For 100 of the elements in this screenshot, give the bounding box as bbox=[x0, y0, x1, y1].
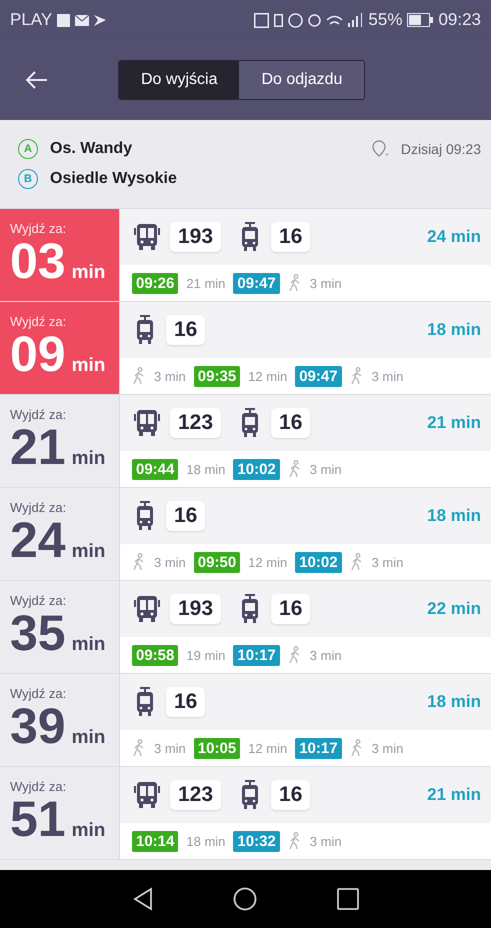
ride-duration: 12 min bbox=[248, 740, 288, 756]
bus-icon bbox=[134, 223, 160, 251]
mail-icon bbox=[75, 14, 90, 26]
arrival-time: 09:47 bbox=[295, 366, 342, 386]
carrier-name: PLAY bbox=[10, 10, 52, 30]
line-number: 193 bbox=[170, 222, 222, 252]
walking-person-icon bbox=[288, 460, 302, 478]
arrival-time: 10:17 bbox=[233, 644, 280, 666]
wifi-icon bbox=[326, 15, 344, 25]
walk-duration: 3 min bbox=[310, 834, 342, 848]
destination-badge: B bbox=[18, 169, 38, 189]
minutes-unit: min bbox=[72, 820, 106, 842]
minutes-unit: min bbox=[72, 262, 106, 284]
leave-in-label: Wyjdź za: bbox=[10, 314, 68, 329]
origin-badge: A bbox=[18, 139, 38, 159]
leave-in-label: Wyjdź za: bbox=[10, 686, 68, 701]
line-number: 16 bbox=[166, 687, 206, 717]
departure-time: 09:58 bbox=[132, 644, 178, 666]
bus-icon bbox=[134, 409, 160, 437]
walk-duration: 3 min bbox=[154, 554, 186, 570]
walk-duration: 3 min bbox=[372, 554, 404, 570]
walk-duration: 3 min bbox=[154, 740, 186, 756]
leave-in-label: Wyjdź za: bbox=[10, 779, 68, 794]
walking-person-icon bbox=[132, 739, 146, 757]
battery-icon bbox=[407, 13, 434, 27]
tram-icon bbox=[134, 687, 156, 717]
trip-duration: 22 min bbox=[427, 599, 481, 619]
arrival-time: 10:02 bbox=[295, 552, 342, 572]
flag-icon bbox=[94, 14, 106, 26]
leave-in-minutes: 24 bbox=[10, 515, 66, 565]
departure-time: 09:44 bbox=[132, 458, 178, 480]
ride-duration: 12 min bbox=[248, 368, 288, 384]
leave-in-minutes: 21 bbox=[10, 422, 66, 472]
departure-time: 10:05 bbox=[194, 738, 240, 758]
trip-duration: 21 min bbox=[427, 785, 481, 805]
walk-duration: 3 min bbox=[154, 368, 186, 384]
trip-duration: 21 min bbox=[427, 413, 481, 433]
departure-time: 09:50 bbox=[194, 552, 240, 572]
ride-duration: 12 min bbox=[248, 554, 288, 570]
line-number: 123 bbox=[170, 780, 222, 810]
trip-duration: 18 min bbox=[427, 506, 481, 526]
minutes-unit: min bbox=[72, 634, 106, 656]
minutes-unit: min bbox=[72, 355, 106, 377]
destination-name: Osiedle Wysokie bbox=[50, 170, 177, 188]
ride-duration: 18 min bbox=[186, 462, 226, 476]
departure-time: 09:35 bbox=[194, 366, 240, 386]
home-nav-icon[interactable] bbox=[232, 887, 256, 911]
battery-percent: 55% bbox=[368, 10, 402, 30]
tab[interactable]: Do wyjścia bbox=[119, 61, 240, 99]
walk-duration: 3 min bbox=[372, 368, 404, 384]
recents-nav-icon[interactable] bbox=[336, 888, 358, 910]
leave-in-minutes: 51 bbox=[10, 794, 66, 844]
leave-in-label: Wyjdź za: bbox=[10, 221, 68, 236]
walk-duration: 3 min bbox=[310, 462, 342, 476]
line-number: 16 bbox=[166, 501, 206, 531]
walking-person-icon bbox=[350, 367, 364, 385]
walking-person-icon bbox=[288, 274, 302, 292]
bus-icon bbox=[134, 595, 160, 623]
ride-duration: 18 min bbox=[186, 834, 226, 848]
walk-duration: 3 min bbox=[372, 740, 404, 756]
line-number: 16 bbox=[166, 315, 206, 345]
signal-icon bbox=[348, 13, 364, 27]
walking-person-icon bbox=[288, 646, 302, 664]
walking-person-icon bbox=[288, 832, 302, 850]
leave-in-minutes: 39 bbox=[10, 701, 66, 751]
departure-time: 10:14 bbox=[132, 830, 178, 852]
leave-in-minutes: 03 bbox=[10, 236, 66, 286]
minutes-unit: min bbox=[72, 541, 106, 563]
minutes-unit: min bbox=[72, 727, 106, 749]
back-nav-icon[interactable] bbox=[132, 887, 152, 911]
bus-icon bbox=[134, 781, 160, 809]
leave-in-label: Wyjdź za: bbox=[10, 500, 68, 515]
arrival-time: 10:02 bbox=[233, 458, 280, 480]
origin-name: Os. Wandy bbox=[50, 140, 132, 158]
departure-time: 09:26 bbox=[132, 272, 178, 294]
departure-date-time[interactable]: Dzisiaj 09:23 bbox=[400, 141, 481, 157]
line-number: 193 bbox=[170, 594, 222, 624]
trip-duration: 18 min bbox=[427, 320, 481, 340]
leave-in-minutes: 35 bbox=[10, 608, 66, 658]
ride-duration: 19 min bbox=[186, 648, 226, 662]
line-number: 123 bbox=[170, 408, 222, 438]
walk-duration: 3 min bbox=[310, 276, 342, 290]
line-number: 16 bbox=[271, 222, 310, 252]
arrival-time: 10:17 bbox=[295, 738, 342, 758]
line-number: 16 bbox=[271, 780, 310, 810]
walk-duration: 3 min bbox=[310, 648, 342, 662]
arrival-time: 10:32 bbox=[233, 830, 280, 852]
leave-in-minutes: 09 bbox=[10, 329, 66, 379]
walking-person-icon bbox=[350, 739, 364, 757]
tab[interactable]: Do odjazdu bbox=[239, 61, 364, 99]
back-arrow-icon[interactable] bbox=[26, 71, 48, 89]
walking-person-icon bbox=[132, 553, 146, 571]
leave-in-label: Wyjdź za: bbox=[10, 593, 68, 608]
trip-duration: 24 min bbox=[427, 227, 481, 247]
location-pin-icon bbox=[370, 140, 389, 158]
trip-duration: 18 min bbox=[427, 692, 481, 712]
line-number: 16 bbox=[271, 594, 310, 624]
arrival-time: 09:47 bbox=[233, 272, 280, 294]
tram-icon bbox=[134, 501, 156, 531]
ride-duration: 21 min bbox=[186, 276, 226, 290]
